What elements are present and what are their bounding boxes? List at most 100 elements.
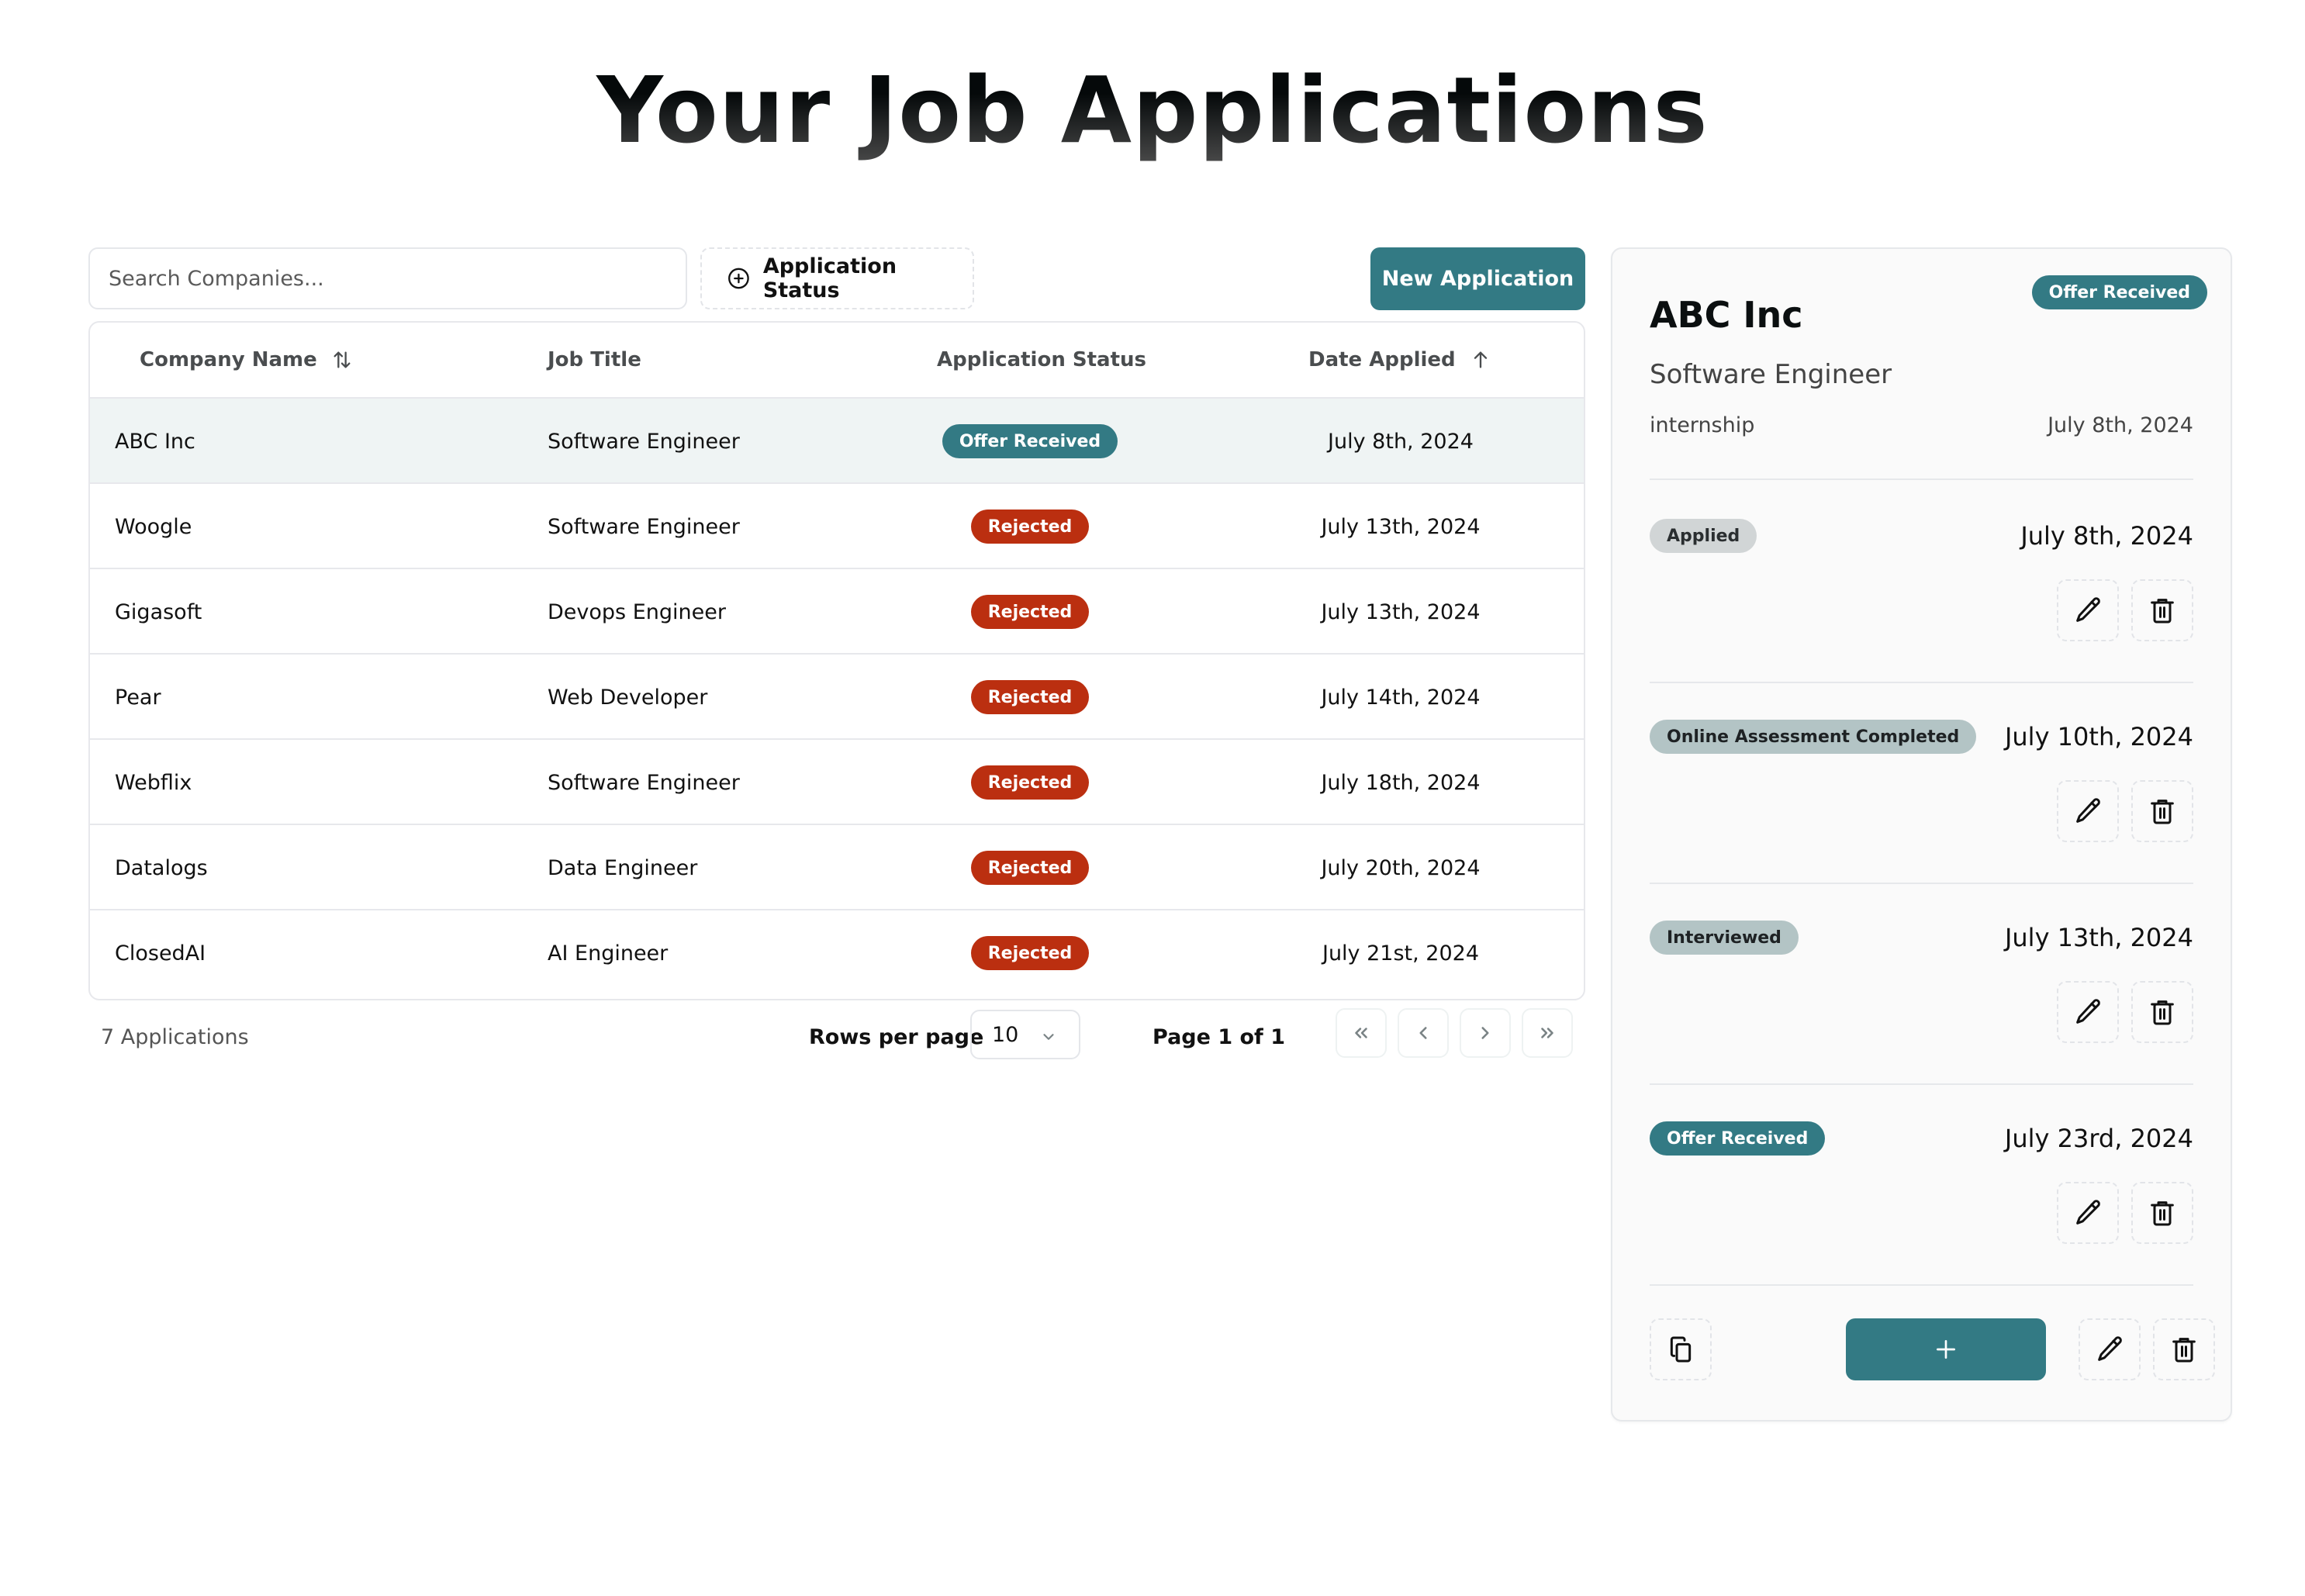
- edit-step-button[interactable]: [2057, 981, 2119, 1043]
- previous-page-button[interactable]: [1398, 1008, 1449, 1058]
- delete-step-button[interactable]: [2131, 780, 2193, 842]
- cell-date-applied: July 21st, 2024: [1322, 941, 1480, 966]
- column-header-job-title: Job Title: [548, 348, 641, 371]
- plus-circle-icon: [728, 268, 749, 289]
- table-row[interactable]: ClosedAI AI Engineer Rejected July 21st, 20…: [90, 910, 1584, 996]
- last-page-button[interactable]: [1522, 1008, 1573, 1058]
- cell-date-applied: July 14th, 2024: [1321, 685, 1481, 710]
- applications-table: Company Name Job Title Application Statu…: [88, 321, 1585, 1000]
- rows-per-page-select[interactable]: 10: [970, 1010, 1080, 1059]
- cell-job-title: Software Engineer: [548, 514, 740, 539]
- pencil-icon: [2076, 597, 2100, 622]
- cell-date-applied: July 8th, 2024: [1328, 429, 1474, 454]
- cell-job-title: Web Developer: [548, 685, 708, 710]
- column-header-date-applied[interactable]: Date Applied: [1308, 348, 1491, 371]
- delete-step-button[interactable]: [2131, 981, 2193, 1043]
- table-row[interactable]: Woogle Software Engineer Rejected July 13th…: [90, 484, 1584, 569]
- sort-both-icon: [333, 351, 351, 368]
- rows-per-page-label: Rows per page: [809, 1025, 984, 1049]
- next-page-button[interactable]: [1460, 1008, 1511, 1058]
- cell-job-title: AI Engineer: [548, 941, 669, 966]
- column-header-application-status: Application Status: [937, 348, 1146, 371]
- table-row[interactable]: Webflix Software Engineer Rejected July 18t…: [90, 740, 1584, 825]
- first-page-button[interactable]: [1336, 1008, 1387, 1058]
- edit-step-button[interactable]: [2057, 1182, 2119, 1244]
- edit-step-button[interactable]: [2057, 579, 2119, 641]
- cell-company-name: Woogle: [115, 514, 192, 539]
- trash-icon: [2151, 800, 2174, 824]
- detail-status-badge: Offer Received: [2031, 275, 2207, 309]
- column-header-label: Company Name: [140, 348, 317, 371]
- pencil-icon: [2076, 999, 2100, 1024]
- plus-icon: [1937, 1340, 1955, 1359]
- trash-icon: [2151, 599, 2174, 624]
- status-badge: Rejected: [970, 851, 1090, 885]
- new-application-button[interactable]: New Application: [1370, 247, 1585, 310]
- cell-application-status: Rejected: [914, 484, 1146, 569]
- status-badge: Rejected: [970, 680, 1090, 714]
- timeline-date: July 10th, 2024: [2004, 722, 2193, 751]
- table-row[interactable]: Datalogs Data Engineer Rejected July 20th, …: [90, 825, 1584, 910]
- timeline-date: July 8th, 2024: [2020, 521, 2193, 551]
- cell-job-title: Data Engineer: [548, 855, 698, 880]
- table-row[interactable]: Pear Web Developer Rejected July 14th, 2024: [90, 655, 1584, 740]
- detail-date-applied: July 8th, 2024: [2048, 413, 2193, 437]
- status-badge: Rejected: [970, 765, 1090, 800]
- cell-application-status: Rejected: [914, 740, 1146, 825]
- chevron-down-icon: [1043, 1034, 1054, 1040]
- detail-job-type: internship: [1650, 413, 1755, 437]
- applications-count: 7 Applications: [101, 1025, 249, 1049]
- divider: [1650, 478, 2193, 480]
- timeline-item: Offer Received July 23rd, 2024: [1650, 1121, 2193, 1323]
- column-header-company-name[interactable]: Company Name: [140, 348, 353, 371]
- pencil-icon: [2076, 798, 2100, 823]
- chevrons-left-icon: [1355, 1028, 1367, 1038]
- timeline-date: July 13th, 2024: [2004, 923, 2193, 952]
- table-body: ABC Inc Software Engineer Offer Received Ju…: [90, 399, 1584, 996]
- cell-date-applied: July 18th, 2024: [1321, 770, 1481, 795]
- edit-step-button[interactable]: [2057, 780, 2119, 842]
- cell-application-status: Rejected: [914, 910, 1146, 996]
- cell-job-title: Devops Engineer: [548, 599, 726, 624]
- table-row[interactable]: ABC Inc Software Engineer Offer Received Ju…: [90, 399, 1584, 484]
- cell-application-status: Offer Received: [914, 399, 1146, 484]
- chevrons-right-icon: [1541, 1028, 1553, 1038]
- detail-status-badge-wrap: Offer Received: [2031, 275, 2207, 309]
- chevron-left-icon: [1419, 1027, 1427, 1039]
- add-status-step-button[interactable]: [1846, 1318, 2046, 1380]
- timeline-status-badge: Interviewed: [1650, 921, 1799, 955]
- application-detail-panel: ABC Inc Offer Received Software Engineer…: [1611, 247, 2232, 1422]
- application-status-filter-button[interactable]: Application Status: [700, 247, 974, 309]
- timeline-status-badge: Applied: [1650, 519, 1757, 553]
- application-status-filter-label: Application Status: [762, 254, 897, 302]
- edit-application-button[interactable]: [2079, 1318, 2141, 1380]
- cell-company-name: Pear: [115, 685, 161, 710]
- cell-company-name: Webflix: [115, 770, 192, 795]
- page-title: Your Job Applications: [0, 56, 2305, 164]
- column-header-label: Date Applied: [1308, 348, 1456, 371]
- status-badge: Rejected: [970, 510, 1090, 544]
- detail-job-title: Software Engineer: [1650, 359, 1892, 390]
- search-companies-input[interactable]: [88, 247, 687, 309]
- chevron-right-icon: [1481, 1027, 1489, 1039]
- sort-ascending-icon: [1474, 351, 1487, 368]
- cell-application-status: Rejected: [914, 655, 1146, 740]
- table-row[interactable]: Gigasoft Devops Engineer Rejected July 13th…: [90, 569, 1584, 655]
- cell-application-status: Rejected: [914, 569, 1146, 655]
- delete-step-button[interactable]: [2131, 579, 2193, 641]
- duplicate-application-button[interactable]: [1650, 1318, 1712, 1380]
- trash-icon: [2151, 1201, 2174, 1226]
- status-badge: Rejected: [970, 936, 1090, 970]
- divider: [1650, 682, 2193, 683]
- divider: [1650, 883, 2193, 884]
- cell-date-applied: July 13th, 2024: [1321, 599, 1481, 624]
- rows-per-page-value: 10: [992, 1022, 1019, 1047]
- timeline-date: July 23rd, 2024: [2004, 1124, 2193, 1153]
- pencil-icon: [2098, 1336, 2122, 1361]
- pencil-icon: [2076, 1200, 2100, 1225]
- column-header-label: Application Status: [937, 348, 1147, 371]
- delete-application-button[interactable]: [2153, 1318, 2215, 1380]
- divider: [1650, 1284, 2193, 1286]
- delete-step-button[interactable]: [2131, 1182, 2193, 1244]
- divider: [1650, 1083, 2193, 1085]
